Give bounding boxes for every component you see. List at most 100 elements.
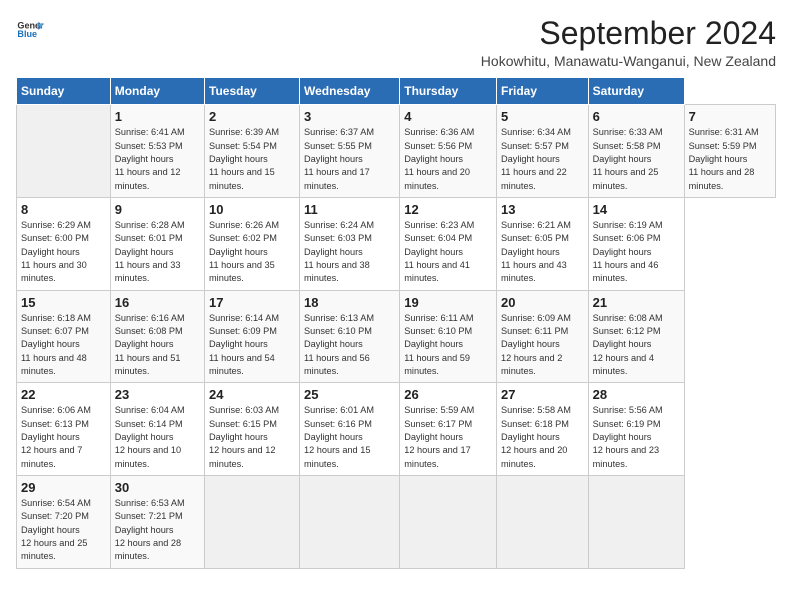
calendar-table: SundayMondayTuesdayWednesdayThursdayFrid…	[16, 77, 776, 569]
day-number: 9	[115, 202, 200, 217]
day-number: 5	[501, 109, 584, 124]
calendar-body: 1 Sunrise: 6:41 AMSunset: 5:53 PMDaylight…	[17, 105, 776, 569]
day-number: 12	[404, 202, 492, 217]
calendar-cell: 23 Sunrise: 6:04 AMSunset: 6:14 PMDayligh…	[110, 383, 204, 476]
day-info: Sunrise: 5:56 AMSunset: 6:19 PMDaylight …	[593, 404, 680, 471]
day-number: 13	[501, 202, 584, 217]
day-number: 10	[209, 202, 295, 217]
day-info: Sunrise: 6:28 AMSunset: 6:01 PMDaylight …	[115, 219, 200, 286]
day-info: Sunrise: 6:09 AMSunset: 6:11 PMDaylight …	[501, 312, 584, 379]
day-number: 4	[404, 109, 492, 124]
weekday-header: Thursday	[400, 78, 497, 105]
day-number: 26	[404, 387, 492, 402]
calendar-cell: 20 Sunrise: 6:09 AMSunset: 6:11 PMDayligh…	[497, 290, 589, 383]
weekday-header: Wednesday	[300, 78, 400, 105]
day-info: Sunrise: 6:53 AMSunset: 7:21 PMDaylight …	[115, 497, 200, 564]
calendar-cell: 28Sunrise: 5:56 AMSunset: 6:19 PMDayligh…	[588, 383, 684, 476]
day-info: Sunrise: 6:11 AMSunset: 6:10 PMDaylight …	[404, 312, 492, 379]
location-title: Hokowhitu, Manawatu-Wanganui, New Zealan…	[481, 53, 776, 69]
day-number: 23	[115, 387, 200, 402]
day-info: Sunrise: 6:06 AMSunset: 6:13 PMDaylight …	[21, 404, 106, 471]
calendar-cell: 24 Sunrise: 6:03 AMSunset: 6:15 PMDayligh…	[205, 383, 300, 476]
calendar-header: SundayMondayTuesdayWednesdayThursdayFrid…	[17, 78, 776, 105]
calendar-cell: 7 Sunrise: 6:31 AMSunset: 5:59 PMDaylight…	[684, 105, 775, 198]
calendar-cell: 8Sunrise: 6:29 AMSunset: 6:00 PMDaylight…	[17, 197, 111, 290]
calendar-cell: 15 Sunrise: 6:18 AMSunset: 6:07 PMDayligh…	[17, 290, 111, 383]
day-info: Sunrise: 6:01 AMSunset: 6:16 PMDaylight …	[304, 404, 395, 471]
day-number: 2	[209, 109, 295, 124]
day-number: 24	[209, 387, 295, 402]
day-info: Sunrise: 6:04 AMSunset: 6:14 PMDaylight …	[115, 404, 200, 471]
day-number: 29	[21, 480, 106, 495]
day-info: Sunrise: 6:31 AMSunset: 5:59 PMDaylight …	[689, 126, 771, 193]
day-info: Sunrise: 6:37 AMSunset: 5:55 PMDaylight …	[304, 126, 395, 193]
calendar-week-row: 1 Sunrise: 6:41 AMSunset: 5:53 PMDaylight…	[17, 105, 776, 198]
svg-text:Blue: Blue	[17, 29, 37, 39]
calendar-cell: 18 Sunrise: 6:13 AMSunset: 6:10 PMDayligh…	[300, 290, 400, 383]
day-number: 20	[501, 295, 584, 310]
calendar-cell: 13 Sunrise: 6:21 AMSunset: 6:05 PMDayligh…	[497, 197, 589, 290]
day-info: Sunrise: 6:41 AMSunset: 5:53 PMDaylight …	[115, 126, 200, 193]
day-info: Sunrise: 6:03 AMSunset: 6:15 PMDaylight …	[209, 404, 295, 471]
day-info: Sunrise: 6:13 AMSunset: 6:10 PMDaylight …	[304, 312, 395, 379]
calendar-cell: 6 Sunrise: 6:33 AMSunset: 5:58 PMDaylight…	[588, 105, 684, 198]
calendar-cell: 22 Sunrise: 6:06 AMSunset: 6:13 PMDayligh…	[17, 383, 111, 476]
title-block: September 2024 Hokowhitu, Manawatu-Wanga…	[481, 16, 776, 69]
calendar-cell: 29 Sunrise: 6:54 AMSunset: 7:20 PMDayligh…	[17, 476, 111, 569]
calendar-cell: 2Sunrise: 6:39 AMSunset: 5:54 PMDaylight…	[205, 105, 300, 198]
calendar-cell: 25 Sunrise: 6:01 AMSunset: 6:16 PMDayligh…	[300, 383, 400, 476]
day-info: Sunrise: 6:14 AMSunset: 6:09 PMDaylight …	[209, 312, 295, 379]
day-number: 7	[689, 109, 771, 124]
day-number: 14	[593, 202, 680, 217]
day-number: 22	[21, 387, 106, 402]
calendar-cell: 9 Sunrise: 6:28 AMSunset: 6:01 PMDaylight…	[110, 197, 204, 290]
day-info: Sunrise: 5:58 AMSunset: 6:18 PMDaylight …	[501, 404, 584, 471]
day-number: 25	[304, 387, 395, 402]
calendar-cell	[497, 476, 589, 569]
logo: General Blue	[16, 16, 44, 44]
calendar-cell: 12Sunrise: 6:23 AMSunset: 6:04 PMDayligh…	[400, 197, 497, 290]
day-info: Sunrise: 6:19 AMSunset: 6:06 PMDaylight …	[593, 219, 680, 286]
day-number: 19	[404, 295, 492, 310]
day-number: 3	[304, 109, 395, 124]
day-number: 17	[209, 295, 295, 310]
day-number: 6	[593, 109, 680, 124]
calendar-cell: 5 Sunrise: 6:34 AMSunset: 5:57 PMDaylight…	[497, 105, 589, 198]
logo-icon: General Blue	[16, 16, 44, 44]
day-info: Sunrise: 6:29 AMSunset: 6:00 PMDaylight …	[21, 219, 106, 286]
day-info: Sunrise: 6:21 AMSunset: 6:05 PMDaylight …	[501, 219, 584, 286]
day-info: Sunrise: 6:26 AMSunset: 6:02 PMDaylight …	[209, 219, 295, 286]
calendar-cell	[17, 105, 111, 198]
calendar-cell: 19 Sunrise: 6:11 AMSunset: 6:10 PMDayligh…	[400, 290, 497, 383]
calendar-cell: 21 Sunrise: 6:08 AMSunset: 6:12 PMDayligh…	[588, 290, 684, 383]
day-number: 18	[304, 295, 395, 310]
calendar-cell: 17 Sunrise: 6:14 AMSunset: 6:09 PMDayligh…	[205, 290, 300, 383]
day-info: Sunrise: 6:33 AMSunset: 5:58 PMDaylight …	[593, 126, 680, 193]
day-info: Sunrise: 6:18 AMSunset: 6:07 PMDaylight …	[21, 312, 106, 379]
calendar-cell	[300, 476, 400, 569]
calendar-cell: 27 Sunrise: 5:58 AMSunset: 6:18 PMDayligh…	[497, 383, 589, 476]
calendar-cell: 3 Sunrise: 6:37 AMSunset: 5:55 PMDaylight…	[300, 105, 400, 198]
header-row: SundayMondayTuesdayWednesdayThursdayFrid…	[17, 78, 776, 105]
calendar-cell: 14 Sunrise: 6:19 AMSunset: 6:06 PMDayligh…	[588, 197, 684, 290]
calendar-cell: 4 Sunrise: 6:36 AMSunset: 5:56 PMDaylight…	[400, 105, 497, 198]
weekday-header: Monday	[110, 78, 204, 105]
day-number: 15	[21, 295, 106, 310]
calendar-cell	[588, 476, 684, 569]
page-header: General Blue September 2024 Hokowhitu, M…	[16, 16, 776, 69]
day-info: Sunrise: 6:36 AMSunset: 5:56 PMDaylight …	[404, 126, 492, 193]
day-number: 1	[115, 109, 200, 124]
day-number: 30	[115, 480, 200, 495]
day-info: Sunrise: 6:08 AMSunset: 6:12 PMDaylight …	[593, 312, 680, 379]
weekday-header: Sunday	[17, 78, 111, 105]
day-number: 27	[501, 387, 584, 402]
day-info: Sunrise: 6:54 AMSunset: 7:20 PMDaylight …	[21, 497, 106, 564]
day-number: 16	[115, 295, 200, 310]
calendar-week-row: 22 Sunrise: 6:06 AMSunset: 6:13 PMDayligh…	[17, 383, 776, 476]
day-number: 11	[304, 202, 395, 217]
day-number: 21	[593, 295, 680, 310]
weekday-header: Friday	[497, 78, 589, 105]
day-info: Sunrise: 6:34 AMSunset: 5:57 PMDaylight …	[501, 126, 584, 193]
day-info: Sunrise: 6:24 AMSunset: 6:03 PMDaylight …	[304, 219, 395, 286]
calendar-cell: 16Sunrise: 6:16 AMSunset: 6:08 PMDayligh…	[110, 290, 204, 383]
